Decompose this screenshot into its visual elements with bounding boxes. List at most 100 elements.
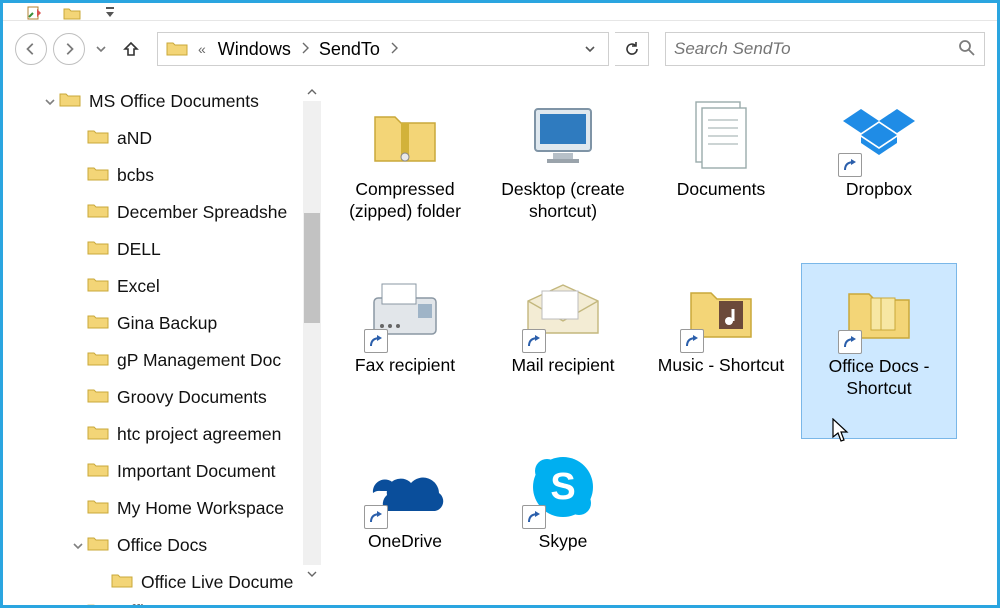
file-item-label: Office Docs - Shortcut (808, 356, 950, 400)
folder-icon (87, 349, 109, 372)
file-item-music[interactable]: Music - Shortcut (643, 263, 799, 439)
scroll-up-icon[interactable] (303, 83, 321, 101)
fax-icon (360, 269, 450, 353)
tree-folder-child[interactable]: bcbs (3, 157, 323, 194)
file-item-mail[interactable]: Mail recipient (485, 263, 641, 439)
file-item-desktop[interactable]: Desktop (create shortcut) (485, 87, 641, 263)
tree-label: DELL (117, 239, 161, 260)
folder-icon (59, 90, 81, 113)
search-icon[interactable] (958, 39, 976, 60)
breadcrumb-prefix[interactable]: « (192, 33, 212, 65)
shortcut-overlay-icon (522, 329, 546, 353)
tree-label: Office Live Docume (141, 572, 293, 593)
scroll-thumb[interactable] (304, 213, 320, 323)
tree-folder-grandchild[interactable]: Office Live Docume (3, 564, 323, 601)
tree-folder-child[interactable]: htc project agreemen (3, 416, 323, 453)
tree-label: MS Office Documents (89, 91, 259, 112)
tree-folder-child[interactable]: Important Document (3, 453, 323, 490)
file-item-onedrive[interactable]: OneDrive (327, 439, 483, 615)
search-input[interactable] (674, 39, 958, 59)
tree-label: My Home Workspace (117, 498, 284, 519)
folder-icon (87, 127, 109, 150)
svg-text:S: S (550, 466, 575, 508)
navigation-pane: MS Office Documents aND bcbs December Spre… (3, 77, 323, 605)
chevron-right-icon[interactable] (69, 540, 87, 552)
tree-label: Important Document (117, 461, 276, 482)
file-item-label: Skype (539, 531, 588, 553)
folder-icon (87, 201, 109, 224)
folder-icon (87, 601, 109, 605)
compressed-icon (360, 93, 450, 177)
file-item-label: Fax recipient (355, 355, 455, 377)
search-box[interactable] (665, 32, 985, 66)
tree-folder-child[interactable]: aND (3, 120, 323, 157)
tree-folder-child[interactable]: gP Management Doc (3, 342, 323, 379)
file-item-skype[interactable]: S Skype (485, 439, 641, 615)
tree-label: Office Lens (117, 601, 205, 605)
forward-button[interactable] (53, 33, 85, 65)
tree-label: December Spreadshe (117, 202, 287, 223)
folder-icon (87, 164, 109, 187)
folder-icon (87, 238, 109, 261)
navigation-bar: « Windows SendTo (3, 21, 997, 77)
music-icon (676, 269, 766, 353)
tree-label: Office Docs (117, 535, 207, 556)
folder-icon (87, 386, 109, 409)
breadcrumb-sendto[interactable]: SendTo (313, 33, 386, 65)
properties-icon[interactable] (27, 6, 43, 20)
tree-folder-child[interactable]: Groovy Documents (3, 379, 323, 416)
address-folder-icon (166, 39, 188, 60)
customize-qat-icon[interactable] (105, 6, 115, 20)
new-folder-icon[interactable] (63, 6, 81, 20)
tree-folder-child[interactable]: December Spreadshe (3, 194, 323, 231)
tree-label: Gina Backup (117, 313, 217, 334)
tree-label: Groovy Documents (117, 387, 267, 408)
file-item-dropbox[interactable]: Dropbox (801, 87, 957, 263)
shortcut-overlay-icon (522, 505, 546, 529)
skype-icon: S (518, 445, 608, 529)
chevron-right-icon[interactable] (386, 41, 402, 57)
tree-folder-child[interactable]: Office Lens (3, 601, 323, 605)
back-button[interactable] (15, 33, 47, 65)
file-item-officedocs[interactable]: Office Docs - Shortcut (801, 263, 957, 439)
folder-icon (87, 497, 109, 520)
onedrive-icon (360, 445, 450, 529)
tree-label: aND (117, 128, 152, 149)
file-item-label: Documents (677, 179, 766, 201)
chevron-down-icon[interactable] (41, 96, 59, 108)
file-item-label: Mail recipient (511, 355, 614, 377)
items-view[interactable]: Compressed (zipped) folderDesktop (creat… (323, 77, 997, 605)
recent-locations-dropdown[interactable] (91, 43, 111, 55)
address-dropdown-icon[interactable] (576, 43, 604, 55)
file-item-documents[interactable]: Documents (643, 87, 799, 263)
shortcut-overlay-icon (680, 329, 704, 353)
tree-folder-child[interactable]: Office Docs (3, 527, 323, 564)
tree-scrollbar[interactable] (303, 83, 321, 583)
tree-folder-child[interactable]: DELL (3, 231, 323, 268)
folder-icon (87, 423, 109, 446)
folder-icon (87, 275, 109, 298)
tree-folder-child[interactable]: Gina Backup (3, 305, 323, 342)
documents-icon (676, 93, 766, 177)
breadcrumb-windows[interactable]: Windows (212, 33, 297, 65)
chevron-right-icon[interactable] (297, 41, 313, 57)
tree-folder-child[interactable]: Excel (3, 268, 323, 305)
file-item-label: Compressed (zipped) folder (333, 179, 477, 223)
file-item-compressed[interactable]: Compressed (zipped) folder (327, 87, 483, 263)
address-bar[interactable]: « Windows SendTo (157, 32, 609, 66)
file-item-fax[interactable]: Fax recipient (327, 263, 483, 439)
tree-folder-child[interactable]: My Home Workspace (3, 490, 323, 527)
tree-label: Excel (117, 276, 160, 297)
quick-access-toolbar (3, 3, 997, 21)
scroll-track[interactable] (303, 101, 321, 565)
shortcut-overlay-icon (838, 330, 862, 354)
refresh-button[interactable] (615, 32, 649, 66)
desktop-icon (518, 93, 608, 177)
tree-folder-root[interactable]: MS Office Documents (3, 83, 323, 120)
up-button[interactable] (117, 35, 145, 63)
scroll-down-icon[interactable] (303, 565, 321, 583)
file-item-label: Music - Shortcut (658, 355, 784, 377)
shortcut-overlay-icon (364, 505, 388, 529)
shortcut-overlay-icon (364, 329, 388, 353)
shortcut-overlay-icon (838, 153, 862, 177)
